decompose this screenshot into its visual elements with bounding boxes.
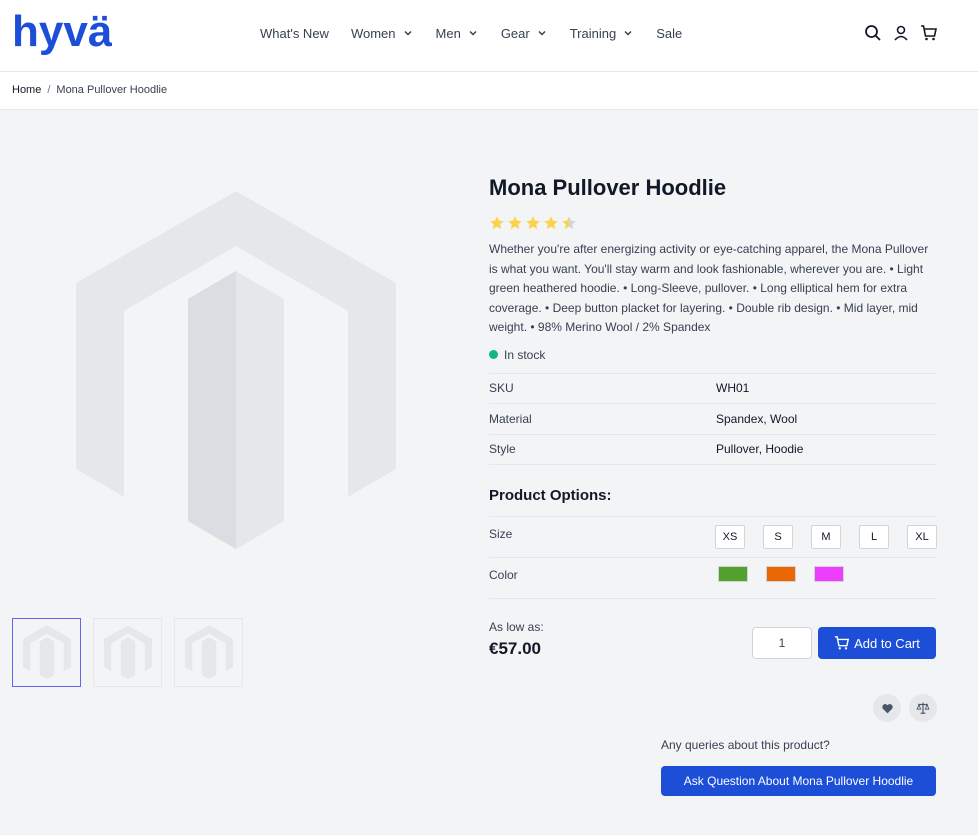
size-option-l[interactable]: L — [859, 525, 889, 549]
size-option-xs[interactable]: XS — [715, 525, 745, 549]
star-icon — [526, 216, 540, 230]
star-icon — [490, 216, 504, 230]
color-options — [718, 558, 844, 598]
nav-label: What's New — [260, 25, 329, 41]
breadcrumb: Home / Mona Pullover Hoodlie — [12, 84, 167, 96]
product-price: €57.00 — [489, 639, 541, 658]
nav-item-gear[interactable]: Gear — [501, 22, 548, 44]
nav-label: Gear — [500, 25, 530, 41]
svg-text:hyvä: hyvä — [12, 10, 112, 56]
scale-icon — [916, 702, 930, 714]
product-title: Mona Pullover Hoodlie — [489, 175, 727, 200]
chevron-down-icon — [538, 30, 546, 36]
product-options-title: Product Options: — [489, 487, 612, 504]
placeholder-image-icon — [22, 624, 71, 679]
product-description: Whether you're after energizing activity… — [489, 242, 929, 334]
user-icon[interactable] — [892, 24, 910, 42]
placeholder-image-icon — [76, 191, 396, 549]
placeholder-image-icon — [184, 624, 233, 679]
chevron-down-icon — [469, 30, 477, 36]
size-label: Size — [489, 527, 513, 541]
star-half-icon — [562, 216, 576, 230]
nav-item-training[interactable]: Training — [570, 22, 634, 44]
attributes-table: SKU WH01 Material Spandex, Wool Style Pu… — [489, 372, 937, 465]
nav-item-sale[interactable]: Sale — [656, 22, 682, 44]
compare-button[interactable] — [909, 694, 937, 722]
chevron-down-icon — [403, 30, 412, 36]
table-row: Style Pullover, Hoodie — [489, 435, 937, 465]
add-to-cart-label: Add to Cart — [854, 635, 920, 651]
header: hyvä What's New Women Men Gear Training … — [0, 0, 978, 72]
buy-box: As low as: €57.00 Add to Cart — [489, 598, 937, 690]
nav-item-women[interactable]: Women — [351, 22, 414, 44]
attr-key: Material — [489, 411, 532, 426]
add-to-cart-button[interactable]: Add to Cart — [818, 627, 936, 659]
queries-text: Any queries about this product? — [661, 738, 830, 752]
secondary-actions — [873, 694, 937, 722]
attr-value: Spandex, Wool — [716, 411, 798, 426]
attr-key: SKU — [489, 381, 514, 396]
nav-item-whats-new[interactable]: What's New — [260, 22, 329, 44]
in-stock-dot-icon — [489, 350, 498, 359]
size-option-xl[interactable]: XL — [907, 525, 937, 549]
main-nav: What's New Women Men Gear Training Sale — [260, 22, 704, 44]
thumbnail-3[interactable] — [174, 618, 243, 687]
breadcrumb-bar: Home / Mona Pullover Hoodlie — [0, 72, 978, 110]
thumbnail-1[interactable] — [12, 618, 81, 687]
nav-label: Men — [435, 25, 461, 41]
nav-label: Training — [569, 25, 617, 41]
cart-icon[interactable] — [920, 24, 938, 42]
attr-key: Style — [489, 442, 516, 457]
color-swatch-orange[interactable] — [766, 566, 796, 582]
color-swatch-purple[interactable] — [814, 566, 844, 582]
as-low-as-label: As low as: — [489, 620, 544, 634]
table-row: SKU WH01 — [489, 374, 937, 404]
size-option-s[interactable]: S — [763, 525, 793, 549]
attr-value: Pullover, Hoodie — [716, 442, 804, 457]
thumbnail-list — [12, 618, 243, 687]
breadcrumb-current: Mona Pullover Hoodlie — [56, 84, 168, 96]
table-row: Material Spandex, Wool — [489, 404, 937, 435]
breadcrumb-separator: / — [47, 84, 51, 96]
color-label: Color — [489, 568, 518, 582]
star-icon — [508, 216, 522, 230]
placeholder-image-icon — [103, 624, 152, 679]
color-option-row: Color — [489, 557, 937, 598]
color-swatch-green[interactable] — [718, 566, 748, 582]
product-main-image[interactable] — [12, 152, 460, 600]
size-option-m[interactable]: M — [811, 525, 841, 549]
chevron-down-icon — [624, 30, 632, 36]
ask-question-button[interactable]: Ask Question About Mona Pullover Hoodlie — [661, 766, 936, 796]
header-icons — [864, 24, 938, 42]
cart-icon — [834, 636, 850, 650]
nav-label: Women — [350, 25, 396, 41]
quantity-input[interactable] — [752, 627, 812, 659]
product-info: Mona Pullover Hoodlie Whether you're aft… — [489, 170, 937, 690]
stock-label: In stock — [504, 347, 546, 362]
breadcrumb-home[interactable]: Home — [12, 84, 41, 96]
hyva-logo[interactable]: hyvä — [12, 10, 112, 58]
size-option-row: Size XS S M L XL — [489, 516, 937, 557]
stock-status: In stock — [489, 348, 937, 362]
size-options: XS S M L XL — [715, 517, 937, 557]
nav-item-men[interactable]: Men — [436, 22, 479, 44]
wishlist-button[interactable] — [873, 694, 901, 722]
heart-icon — [881, 703, 893, 713]
rating-stars[interactable] — [489, 215, 937, 233]
attr-value: WH01 — [716, 381, 750, 396]
nav-label: Sale — [656, 25, 683, 41]
thumbnail-2[interactable] — [93, 618, 162, 687]
star-icon — [544, 216, 558, 230]
search-icon[interactable] — [864, 24, 882, 42]
